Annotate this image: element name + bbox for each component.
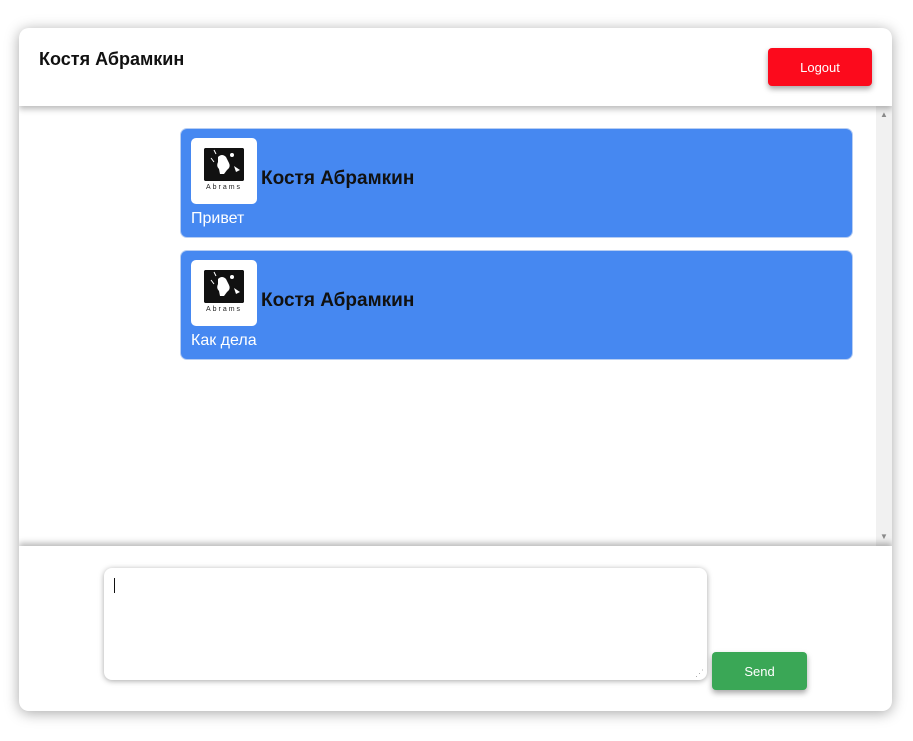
message-composer: ⋰ Send [19,546,892,711]
avatar: Abrams [191,260,257,326]
current-user-name: Костя Абрамкин [39,49,185,69]
message-author: Костя Абрамкин [261,168,415,189]
logout-button[interactable]: Logout [768,48,872,86]
scroll-thumb[interactable] [879,122,889,528]
send-button[interactable]: Send [712,652,807,690]
message-list[interactable]: Abrams Костя Абрамкин Привет Abrams Кост… [19,106,892,546]
message-text: Привет [191,210,245,227]
abrams-logo-icon [204,270,244,303]
abrams-logo-icon [204,148,244,181]
scroll-up-arrow-icon[interactable]: ▲ [876,108,892,122]
text-caret [114,578,115,593]
message-text: Как дела [191,332,257,349]
avatar-label: Abrams [205,306,243,313]
message-list-scrollbar[interactable]: ▲ ▼ [876,106,892,546]
resize-grip-icon[interactable]: ⋰ [695,668,704,679]
message-author: Костя Абрамкин [261,290,415,311]
avatar-label: Abrams [205,184,243,191]
scroll-down-arrow-icon[interactable]: ▼ [876,530,892,544]
message-item: Abrams Костя Абрамкин Как дела [180,250,853,360]
message-item: Abrams Костя Абрамкин Привет [180,128,853,238]
avatar: Abrams [191,138,257,204]
chat-header: Костя Абрамкин Logout [19,28,892,106]
chat-window: Костя Абрамкин Logout Abrams Костя Абрам… [19,28,892,711]
message-input[interactable] [104,568,707,680]
